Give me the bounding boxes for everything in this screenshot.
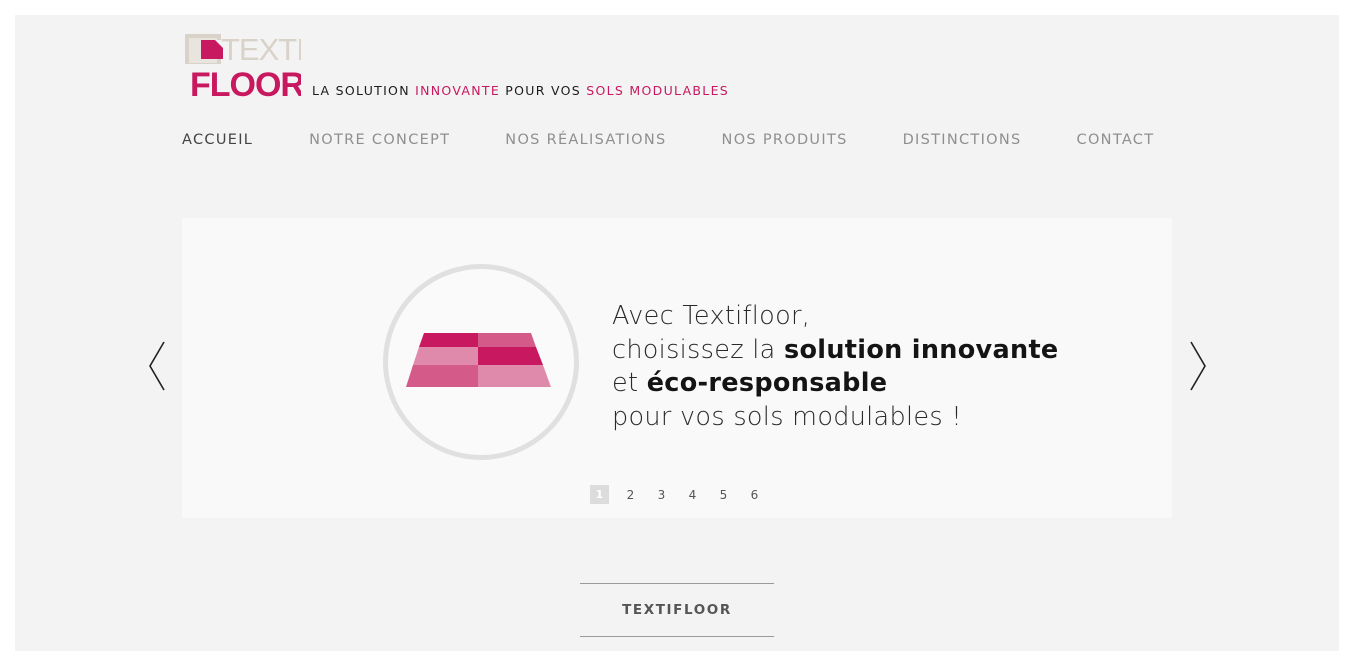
logo-word-bottom: FLOOR [190, 66, 301, 98]
slide-line-2-bold: solution innovante [784, 334, 1059, 365]
pager-page-1[interactable]: 1 [590, 485, 609, 504]
slider-pager: 1 2 3 4 5 6 [590, 485, 776, 504]
slide-line-4: pour vos sols modulables ! [612, 401, 962, 432]
chevron-left-icon [149, 341, 165, 391]
pager-page-3[interactable]: 3 [652, 485, 671, 504]
slide-line-3-bold: éco-responsable [646, 368, 888, 398]
tagline-part2: POUR VOS [500, 83, 587, 98]
slide-illustration [383, 264, 579, 460]
slide-line-2: choisissez la solution innovante [612, 334, 1059, 368]
tagline-highlight-innovante: INNOVANTE [415, 83, 501, 98]
chevron-right-icon [1190, 341, 1206, 391]
modular-tiles-icon [406, 333, 551, 387]
slide-line-1: Avec Textifloor, [612, 301, 811, 331]
slider-next-button[interactable] [1189, 341, 1207, 391]
nav-item-distinctions[interactable]: DISTINCTIONS [903, 132, 1022, 148]
slider-prev-button[interactable] [148, 341, 166, 391]
pager-page-2[interactable]: 2 [621, 485, 640, 504]
site-logo[interactable]: TEXTI FLOOR [185, 32, 305, 104]
pager-page-5[interactable]: 5 [714, 485, 733, 504]
pager-page-6[interactable]: 6 [745, 485, 764, 504]
tagline-highlight-sols: SOLS MODULABLES [586, 83, 729, 98]
nav-item-contact[interactable]: CONTACT [1077, 132, 1155, 148]
slide-line-3: et éco-responsable [612, 367, 1059, 401]
pager-page-4[interactable]: 4 [683, 485, 702, 504]
nav-item-nos-produits[interactable]: NOS PRODUITS [722, 132, 848, 148]
logo-mark-icon: TEXTI FLOOR [185, 32, 305, 104]
nav-item-nos-realisations[interactable]: NOS RÉALISATIONS [505, 132, 666, 148]
page: TEXTI FLOOR LA SOLUTION INNOVANTE POUR V… [15, 15, 1339, 651]
logo-word-top: TEXTI [221, 32, 301, 67]
slide-headline: Avec Textifloor, choisissez la solution … [612, 300, 1059, 434]
nav-item-accueil[interactable]: ACCUEIL [182, 132, 253, 148]
nav-item-notre-concept[interactable]: NOTRE CONCEPT [309, 132, 450, 148]
section-heading: TEXTIFLOOR [580, 583, 774, 637]
slide-line-2-plain: choisissez la [612, 334, 785, 365]
section-title: TEXTIFLOOR [622, 602, 732, 618]
tagline: LA SOLUTION INNOVANTE POUR VOS SOLS MODU… [312, 83, 729, 98]
tagline-part1: LA SOLUTION [312, 83, 416, 98]
main-nav: ACCUEIL NOTRE CONCEPT NOS RÉALISATIONS N… [182, 132, 1154, 148]
hero-slider: Avec Textifloor, choisissez la solution … [182, 218, 1172, 518]
slide-line-3-plain: et [612, 368, 647, 398]
